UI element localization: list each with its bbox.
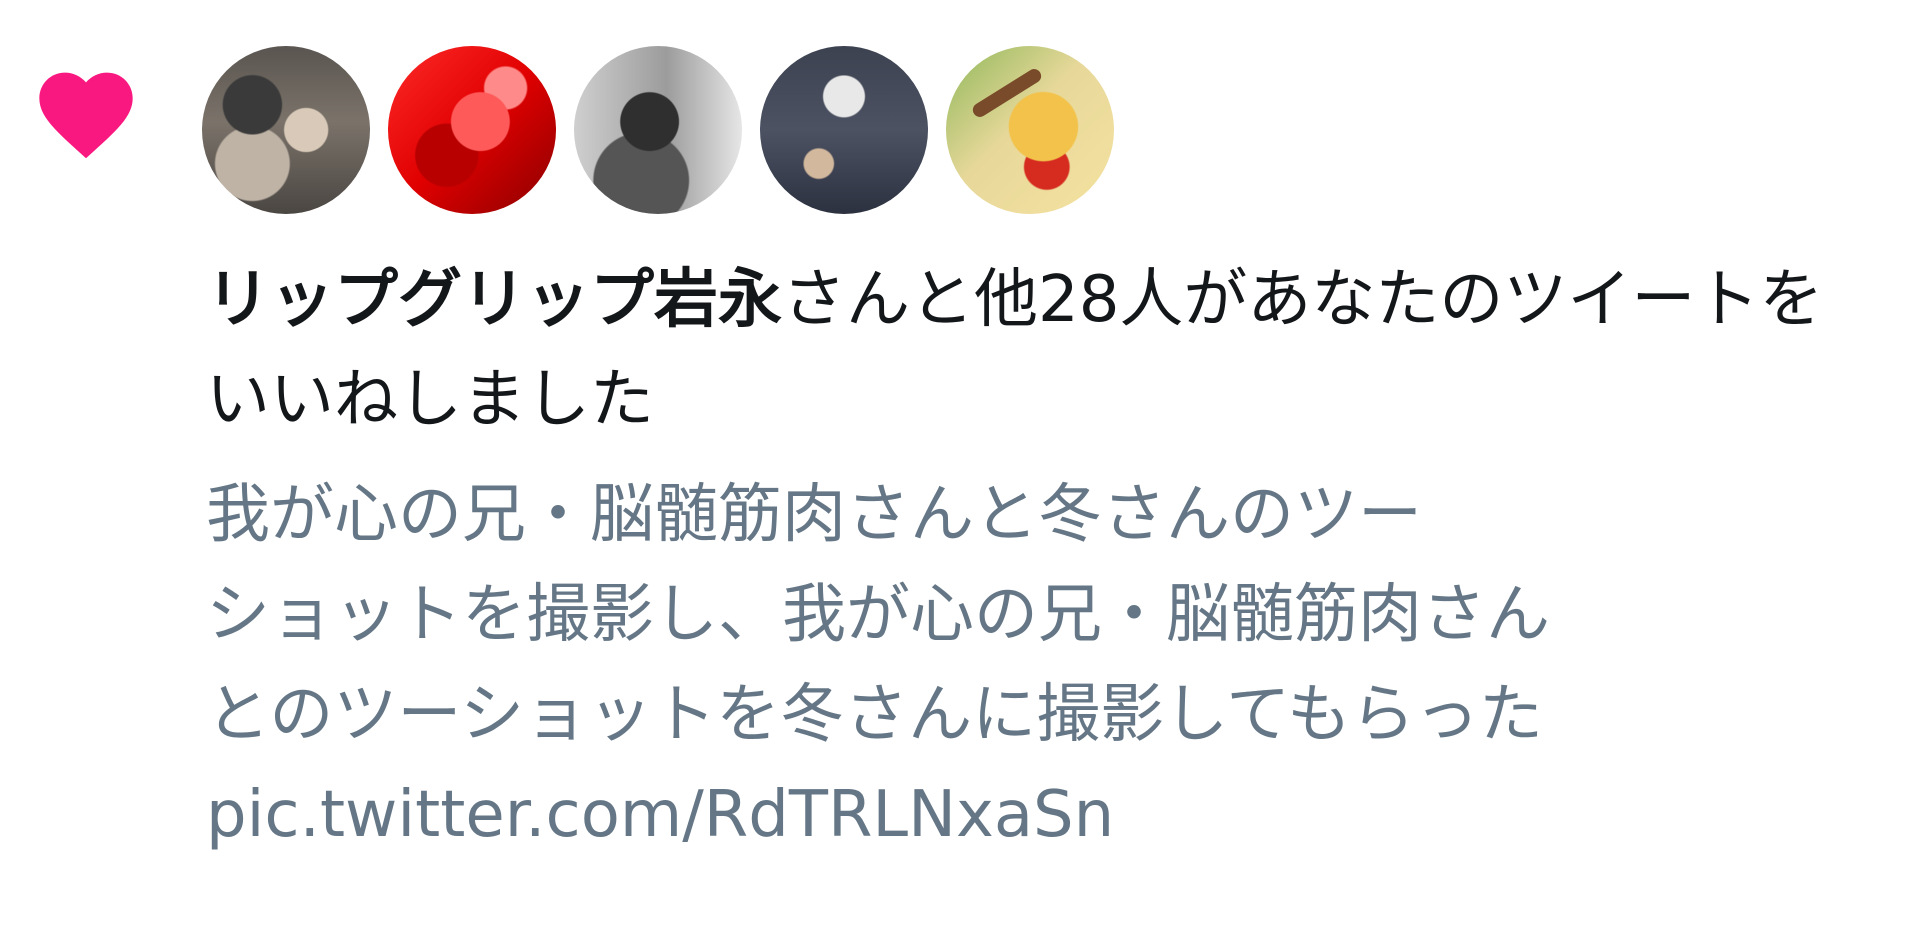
tweet-text[interactable]: 我が心の兄・脳髄筋肉さんと冬さんのツー ショットを撮影し、我が心の兄・脳髄筋肉さ… [206, 465, 1896, 865]
actor-name[interactable]: リップグリップ岩永 [206, 263, 782, 337]
avatar[interactable] [574, 46, 742, 214]
avatar[interactable] [760, 46, 928, 214]
avatar-row [202, 46, 1114, 216]
tweet-line: ショットを撮影し、我が心の兄・脳髄筋肉さん [206, 578, 1550, 652]
tweet-line: 我が心の兄・脳髄筋肉さんと冬さんのツー [206, 478, 1422, 552]
heart-icon [39, 72, 133, 159]
notification-headline: リップグリップ岩永さんと他28人があなたのツイートをいいねしました [206, 250, 1886, 450]
avatar[interactable] [202, 46, 370, 214]
avatar[interactable] [946, 46, 1114, 214]
tweet-line: とのツーショットを冬さんに撮影してもらった [206, 678, 1543, 752]
avatar[interactable] [388, 46, 556, 214]
like-notification[interactable]: リップグリップ岩永さんと他28人があなたのツイートをいいねしました 我が心の兄・… [0, 0, 1920, 928]
tweet-link[interactable]: pic.twitter.com/RdTRLNxaSn [206, 765, 1896, 865]
